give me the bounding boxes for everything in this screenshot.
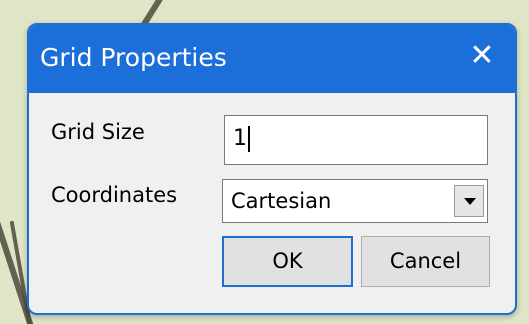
- coordinates-label: Coordinates: [51, 183, 178, 207]
- grid-size-label: Grid Size: [51, 120, 145, 144]
- close-icon: ✕: [469, 38, 495, 73]
- grid-properties-dialog: Grid Properties ✕ Grid Size 1 Coordinate…: [27, 23, 517, 315]
- grid-size-value: 1: [233, 126, 247, 151]
- cancel-button[interactable]: Cancel: [361, 236, 490, 287]
- title-bar: Grid Properties ✕: [29, 25, 515, 93]
- text-caret: [248, 126, 250, 152]
- close-button[interactable]: ✕: [465, 39, 499, 73]
- coordinates-select[interactable]: Cartesian: [222, 179, 488, 223]
- grid-size-input[interactable]: 1: [224, 115, 488, 165]
- ok-button[interactable]: OK: [222, 236, 353, 287]
- dialog-title: Grid Properties: [40, 43, 227, 72]
- coordinates-selected-value: Cartesian: [231, 189, 332, 213]
- chevron-down-icon[interactable]: [454, 185, 484, 217]
